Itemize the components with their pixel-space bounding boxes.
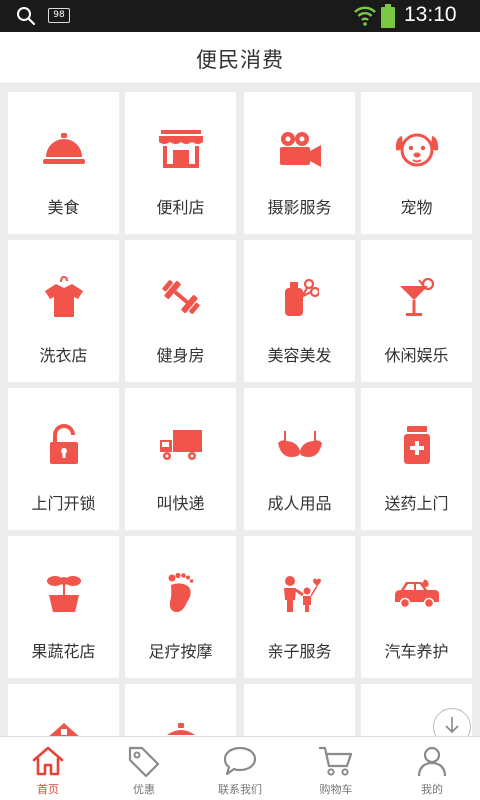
battery-icon: [380, 4, 396, 32]
tab-label: 联系我们: [218, 783, 262, 796]
service-photography[interactable]: 摄影服务: [244, 92, 355, 234]
service-laundry[interactable]: 洗衣店: [8, 240, 119, 382]
medicine-bottle-icon: [361, 424, 472, 466]
service-medicine-delivery[interactable]: 送药上门: [361, 388, 472, 530]
service-grid: 美食 便利店 摄影服务 宠物 洗衣店 健身房 美容美发 休闲娱乐 上门开锁 叫快…: [0, 84, 480, 736]
tab-shopping-cart[interactable]: 购物车: [288, 737, 384, 800]
service-label: 健身房: [156, 346, 205, 365]
service-label: 足疗按摩: [148, 642, 213, 661]
service-foot-massage[interactable]: 足疗按摩: [125, 536, 236, 678]
service-beauty-salon[interactable]: 美容美发: [244, 240, 355, 382]
service-label: 送药上门: [384, 494, 449, 513]
truck-icon: [125, 424, 236, 466]
service-fruit-flower-shop[interactable]: 果蔬花店: [8, 536, 119, 678]
parent-child-icon: [244, 572, 355, 614]
dog-icon: [361, 128, 472, 170]
service-tile[interactable]: [8, 684, 119, 736]
footprint-icon: [125, 572, 236, 614]
tab-discounts[interactable]: 优惠: [96, 737, 192, 800]
service-gym[interactable]: 健身房: [125, 240, 236, 382]
home-icon: [0, 745, 96, 779]
tab-label: 我的: [421, 783, 443, 796]
service-label: 休闲娱乐: [384, 346, 449, 365]
tab-mine[interactable]: 我的: [384, 737, 480, 800]
cocktail-icon: [361, 276, 472, 318]
page-title: 便民消费: [196, 48, 284, 72]
padlock-icon: [8, 424, 119, 466]
scissors-bottle-icon: [244, 276, 355, 318]
shopping-cart-icon: [288, 745, 384, 779]
clock: 13:10: [404, 3, 457, 26]
tab-contact-us[interactable]: 联系我们: [192, 737, 288, 800]
bra-icon: [244, 424, 355, 466]
service-label: 美容美发: [267, 346, 332, 365]
service-tile[interactable]: [244, 684, 355, 736]
chat-bubble-icon: [192, 745, 288, 779]
service-label: 宠物: [400, 198, 433, 217]
service-label: 摄影服务: [267, 198, 332, 217]
tag-icon: [96, 745, 192, 779]
service-leisure[interactable]: 休闲娱乐: [361, 240, 472, 382]
service-label: 亲子服务: [267, 642, 332, 661]
tab-label: 首页: [37, 783, 59, 796]
dumbbell-icon: [125, 276, 236, 318]
service-label: 汽车养护: [384, 642, 449, 661]
tab-label: 购物车: [319, 783, 353, 796]
search-icon[interactable]: [16, 6, 36, 30]
service-pets[interactable]: 宠物: [361, 92, 472, 234]
tab-label: 优惠: [133, 783, 155, 796]
service-food[interactable]: 美食: [8, 92, 119, 234]
service-adult-products[interactable]: 成人用品: [244, 388, 355, 530]
service-label: 洗衣店: [39, 346, 88, 365]
service-convenience-store[interactable]: 便利店: [125, 92, 236, 234]
notification-badge: 98: [48, 8, 70, 23]
tab-home[interactable]: 首页: [0, 737, 96, 800]
service-label: 便利店: [156, 198, 205, 217]
cloche-icon: [8, 128, 119, 170]
status-bar: 98 13:10: [0, 0, 480, 32]
service-label: 上门开锁: [31, 494, 96, 513]
partial-sign-icon: [8, 720, 119, 736]
shirt-hanger-icon: [8, 276, 119, 318]
service-express-delivery[interactable]: 叫快递: [125, 388, 236, 530]
store-icon: [125, 128, 236, 170]
flower-pot-icon: [8, 572, 119, 614]
service-tile[interactable]: [125, 684, 236, 736]
car-icon: [361, 572, 472, 614]
service-car-care[interactable]: 汽车养护: [361, 536, 472, 678]
bottom-tab-bar: 首页 优惠 联系我们 购物车 我的: [0, 736, 480, 800]
service-label: 成人用品: [267, 494, 332, 513]
page-header: 便民消费: [0, 32, 480, 84]
partial-pot-icon: [125, 720, 236, 736]
service-label: 果蔬花店: [31, 642, 96, 661]
service-label: 叫快递: [156, 494, 205, 513]
user-icon: [384, 745, 480, 779]
service-parent-child[interactable]: 亲子服务: [244, 536, 355, 678]
video-camera-icon: [244, 128, 355, 170]
wifi-icon: [353, 4, 377, 32]
service-label: 美食: [47, 198, 80, 217]
service-locksmith[interactable]: 上门开锁: [8, 388, 119, 530]
